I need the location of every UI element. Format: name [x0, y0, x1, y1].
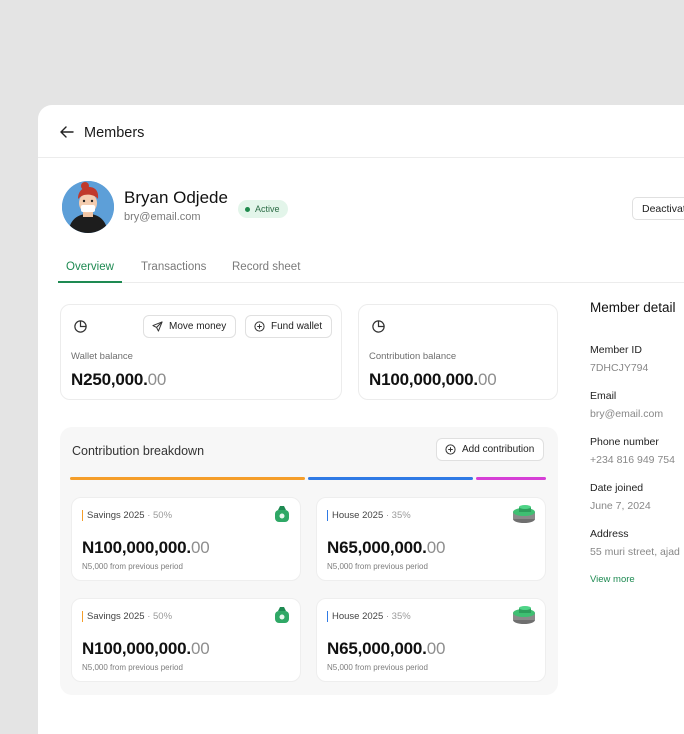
status-badge: Active	[238, 200, 288, 218]
pie-chart-icon	[74, 320, 87, 333]
phone-value: +234 816 949 754	[590, 454, 675, 466]
coin-stack-icon	[513, 505, 535, 523]
tab-record-sheet[interactable]: Record sheet	[232, 261, 300, 273]
tab-bar: Overview Transactions Record sheet	[58, 253, 684, 283]
contribution-item-change: N5,000 from previous period	[82, 663, 183, 672]
member-details-title: Member detail	[590, 300, 676, 315]
move-money-label: Move money	[169, 321, 227, 332]
contribution-item-card[interactable]: House 2025 · 35% N65,000,000.00 N5,000 f…	[316, 497, 546, 581]
address-value: 55 muri street, ajad	[590, 546, 680, 558]
contribution-item-change: N5,000 from previous period	[327, 663, 428, 672]
arrow-left-icon[interactable]	[58, 123, 76, 141]
contribution-item-label: House 2025 · 35%	[327, 611, 411, 622]
contribution-item-amount: N100,000,000.00	[82, 639, 210, 658]
contribution-item-amount: N100,000,000.00	[82, 538, 210, 557]
page-header: Members	[38, 105, 684, 158]
contribution-breakdown: Contribution breakdown Add contribution …	[60, 427, 558, 695]
money-bag-icon	[275, 607, 289, 623]
contribution-item-card[interactable]: Savings 2025 · 50% N100,000,000.00 N5,00…	[71, 598, 301, 682]
date-joined-label: Date joined	[590, 482, 644, 494]
member-email: bry@email.com	[124, 211, 201, 223]
contribution-item-label: House 2025 · 35%	[327, 510, 411, 521]
email-value: bry@email.com	[590, 408, 664, 420]
view-more-link[interactable]: View more	[590, 574, 635, 585]
active-tab-indicator	[58, 281, 122, 283]
member-id-label: Member ID	[590, 344, 642, 356]
breakdown-bar-segment	[308, 477, 473, 480]
status-text: Active	[255, 204, 280, 214]
pie-chart-icon	[372, 320, 385, 333]
deactivate-button[interactable]: Deactivat	[632, 197, 684, 220]
contribution-item-card[interactable]: Savings 2025 · 50% N100,000,000.00 N5,00…	[71, 497, 301, 581]
avatar	[62, 181, 114, 233]
coin-stack-icon	[513, 606, 535, 624]
contribution-item-label: Savings 2025 · 50%	[82, 510, 172, 521]
move-money-button[interactable]: Move money	[143, 315, 237, 338]
fund-wallet-label: Fund wallet	[271, 321, 323, 332]
wallet-balance-amount: N250,000.00	[71, 370, 167, 389]
breakdown-title: Contribution breakdown	[72, 444, 205, 458]
contribution-item-amount: N65,000,000.00	[327, 639, 446, 658]
member-name: Bryan Odjede	[124, 188, 228, 207]
plus-circle-icon	[445, 444, 456, 455]
send-icon	[152, 321, 163, 332]
wallet-balance-label: Wallet balance	[71, 351, 133, 362]
breakdown-bar-segment	[70, 477, 305, 480]
address-label: Address	[590, 528, 629, 540]
contribution-item-change: N5,000 from previous period	[327, 562, 428, 571]
contribution-item-card[interactable]: House 2025 · 35% N65,000,000.00 N5,000 f…	[316, 598, 546, 682]
date-joined-value: June 7, 2024	[590, 500, 651, 512]
contribution-balance-label: Contribution balance	[369, 351, 457, 362]
contribution-item-label: Savings 2025 · 50%	[82, 611, 172, 622]
plus-circle-icon	[254, 321, 265, 332]
contribution-item-change: N5,000 from previous period	[82, 562, 183, 571]
contribution-item-amount: N65,000,000.00	[327, 538, 446, 557]
wallet-card: Move money Fund wallet Wallet balance N2…	[60, 304, 342, 400]
tab-transactions[interactable]: Transactions	[141, 261, 206, 273]
page-title: Members	[84, 125, 145, 141]
tab-overview[interactable]: Overview	[66, 261, 114, 273]
fund-wallet-button[interactable]: Fund wallet	[245, 315, 333, 338]
contribution-balance-amount: N100,000,000.00	[369, 370, 497, 389]
email-label: Email	[590, 390, 617, 402]
breakdown-bar-segment	[475, 477, 546, 480]
status-dot	[245, 206, 250, 212]
add-contribution-button[interactable]: Add contribution	[436, 438, 545, 461]
member-window: Members Bryan Odjede bry@email.com Activ…	[38, 105, 684, 734]
member-id-value: 7DHCJY794	[590, 362, 649, 374]
add-contribution-label: Add contribution	[462, 444, 535, 455]
contribution-card: Contribution balance N100,000,000.00	[358, 304, 558, 400]
money-bag-icon	[275, 506, 289, 522]
phone-label: Phone number	[590, 436, 659, 448]
